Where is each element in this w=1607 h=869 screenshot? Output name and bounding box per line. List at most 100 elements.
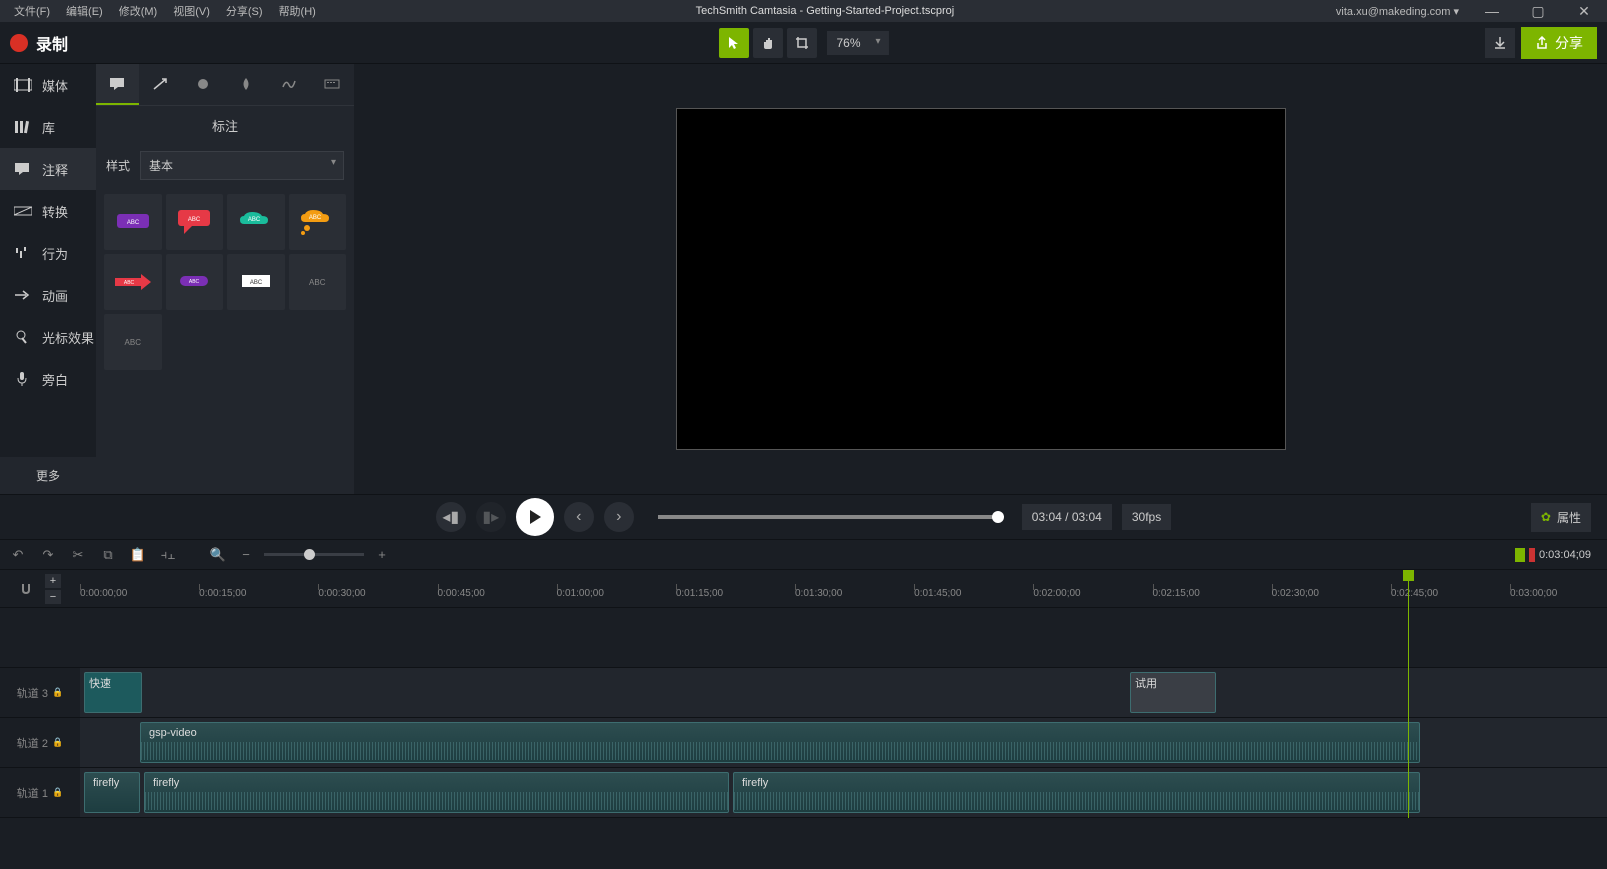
minimize-button[interactable]: —: [1469, 3, 1515, 19]
cut-button[interactable]: ✂: [68, 547, 88, 563]
nav-behaviors[interactable]: 行为: [0, 232, 96, 274]
shape-icon: [195, 77, 213, 91]
menu-edit[interactable]: 编辑(E): [58, 0, 111, 22]
callout-thumb-6[interactable]: ABC: [166, 254, 224, 310]
nav-transitions[interactable]: 转换: [0, 190, 96, 232]
properties-button[interactable]: ✿ 属性: [1531, 503, 1591, 532]
lock-icon: 🔒: [52, 687, 63, 698]
track-1: 轨道 1 🔒 firefly firefly firefly: [0, 768, 1607, 818]
media-icon: [14, 78, 32, 92]
track-1-content[interactable]: firefly firefly firefly: [80, 768, 1607, 817]
clip-t1-3[interactable]: firefly: [733, 772, 1420, 813]
tab-arrows[interactable]: [139, 64, 182, 105]
clip-t1-1[interactable]: firefly: [84, 772, 140, 813]
track-3-label[interactable]: 轨道 3 🔒: [0, 668, 80, 717]
next-clip-button[interactable]: ›: [604, 502, 634, 532]
seek-bar[interactable]: [658, 515, 998, 519]
add-track-button[interactable]: +: [45, 574, 61, 588]
callout-thumb-8[interactable]: ABC: [289, 254, 347, 310]
share-button[interactable]: 分享: [1521, 27, 1597, 59]
behavior-icon: [14, 246, 32, 260]
nav-library[interactable]: 库: [0, 106, 96, 148]
maximize-button[interactable]: ▢: [1515, 3, 1561, 20]
callout-thumb-7[interactable]: ABC: [227, 254, 285, 310]
tab-shapes[interactable]: [182, 64, 225, 105]
nav-media[interactable]: 媒体: [0, 64, 96, 106]
tab-keystroke[interactable]: [311, 64, 354, 105]
zoom-out-button[interactable]: −: [236, 547, 256, 562]
timeline-zoom-slider[interactable]: [264, 553, 364, 556]
track-2-label[interactable]: 轨道 2 🔒: [0, 718, 80, 767]
select-tool[interactable]: [718, 28, 748, 58]
canvas[interactable]: [676, 108, 1286, 450]
callout-thumb-1[interactable]: ABC: [104, 194, 162, 250]
nav-annotations[interactable]: 注释: [0, 148, 96, 190]
menu-modify[interactable]: 修改(M): [111, 0, 166, 22]
callout-icon: [109, 77, 127, 91]
tab-sketch[interactable]: [268, 64, 311, 105]
callout-thumb-4[interactable]: ABC: [289, 194, 347, 250]
ruler-tick: 0:01:45;00: [914, 588, 961, 599]
next-frame-button[interactable]: ▮▸: [476, 502, 506, 532]
crop-tool[interactable]: [786, 28, 816, 58]
zoom-fit-button[interactable]: 🔍: [208, 547, 228, 563]
playback-bar: ◂▮ ▮▸ ‹ › 03:04 / 03:04 30fps ✿ 属性: [0, 494, 1607, 540]
track-2-content[interactable]: gsp-video: [80, 718, 1607, 767]
play-button[interactable]: [516, 498, 554, 536]
prev-clip-button[interactable]: ‹: [564, 502, 594, 532]
playhead[interactable]: [1408, 570, 1409, 818]
arrow-icon: [152, 77, 170, 91]
menu-help[interactable]: 帮助(H): [271, 0, 324, 22]
record-button[interactable]: 录制: [10, 31, 68, 55]
track-spacer: [0, 608, 1607, 668]
record-icon: [10, 34, 28, 52]
user-account[interactable]: vita.xu@makeding.com ▾: [1326, 5, 1469, 18]
menu-view[interactable]: 视图(V): [165, 0, 218, 22]
window-title: TechSmith Camtasia - Getting-Started-Pro…: [324, 5, 1326, 17]
callout-thumb-9[interactable]: ABC: [104, 314, 162, 370]
style-select[interactable]: 基本: [140, 151, 344, 180]
download-button[interactable]: [1485, 28, 1515, 58]
track-3-content[interactable]: 快速 试用: [80, 668, 1607, 717]
close-button[interactable]: ✕: [1561, 3, 1607, 20]
split-button[interactable]: ⫞⫠: [158, 547, 178, 563]
nav-cursor-effects[interactable]: 光标效果: [0, 316, 96, 358]
callout-thumb-3[interactable]: ABC: [227, 194, 285, 250]
canvas-zoom-select[interactable]: 76%: [826, 31, 888, 55]
clip-t3-1[interactable]: 快速: [84, 672, 142, 713]
record-label: 录制: [36, 31, 68, 55]
prev-frame-button[interactable]: ◂▮: [436, 502, 466, 532]
nav-narration[interactable]: 旁白: [0, 358, 96, 400]
clip-t3-2[interactable]: 试用: [1130, 672, 1216, 713]
undo-button[interactable]: ↶: [8, 547, 28, 563]
paste-button[interactable]: 📋: [128, 547, 148, 563]
menu-file[interactable]: 文件(F): [6, 0, 58, 22]
callout-thumb-5[interactable]: ABC: [104, 254, 162, 310]
panel-title: 标注: [96, 106, 354, 145]
track-1-label[interactable]: 轨道 1 🔒: [0, 768, 80, 817]
clip-t2-1[interactable]: gsp-video: [140, 722, 1420, 763]
ruler-tick: 0:02:30;00: [1272, 588, 1319, 599]
callout-thumb-2[interactable]: ABC: [166, 194, 224, 250]
copy-button[interactable]: ⧉: [98, 547, 118, 563]
lock-icon: 🔒: [52, 787, 63, 798]
nav-more[interactable]: 更多: [0, 457, 96, 494]
magnet-icon[interactable]: [19, 582, 33, 596]
white-callout-icon: ABC: [236, 272, 276, 292]
remove-track-button[interactable]: −: [45, 590, 61, 604]
clip-t1-2[interactable]: firefly: [144, 772, 729, 813]
redo-button[interactable]: ↷: [38, 547, 58, 563]
style-row: 样式 基本: [96, 145, 354, 186]
nav-animations[interactable]: 动画: [0, 274, 96, 316]
slider-handle[interactable]: [304, 549, 315, 560]
tab-callouts[interactable]: [96, 64, 139, 105]
menu-share[interactable]: 分享(S): [218, 0, 271, 22]
seek-handle[interactable]: [992, 511, 1004, 523]
pan-tool[interactable]: [752, 28, 782, 58]
timeline-ruler[interactable]: 0:00:00;000:00:15;000:00:30;000:00:45;00…: [80, 570, 1607, 607]
speech-bubble-icon: ABC: [174, 208, 214, 236]
share-icon: [1535, 36, 1549, 50]
tab-blur[interactable]: [225, 64, 268, 105]
callout-shape-icon: ABC: [113, 210, 153, 234]
zoom-in-button[interactable]: +: [372, 547, 392, 562]
